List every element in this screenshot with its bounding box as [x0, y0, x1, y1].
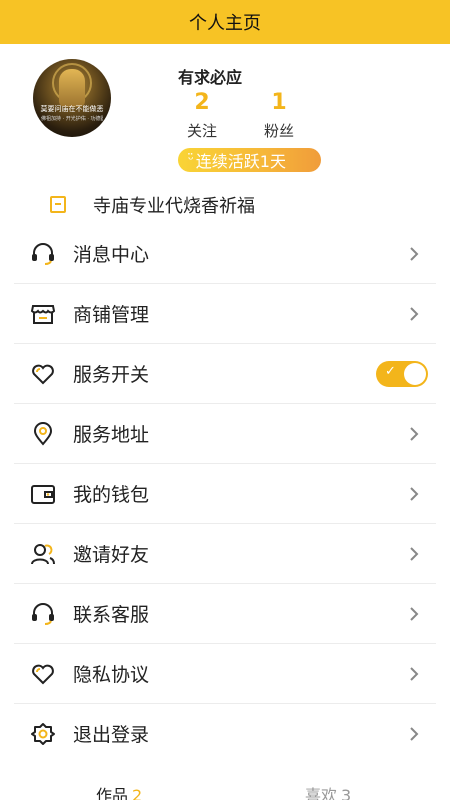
menu-item-label: 商铺管理	[73, 304, 150, 326]
smile-icon: ᵕ̈	[188, 152, 194, 168]
menu-item-logout[interactable]: 退出登录	[14, 704, 436, 764]
fans-count: 1	[271, 90, 287, 115]
service-toggle[interactable]: ✓	[376, 361, 428, 387]
streak-badge: ᵕ̈ 连续活跃1天	[178, 148, 321, 172]
chevron-right-icon	[410, 487, 419, 501]
gear-icon	[31, 723, 55, 745]
menu-item-privacy-policy[interactable]: 隐私协议	[14, 644, 436, 704]
check-icon: ✓	[385, 364, 396, 379]
tab-likes-count: 3	[341, 786, 352, 800]
notice-text: 寺庙专业代烧香祈福	[93, 196, 255, 217]
following-stat[interactable]: 2 关注	[172, 90, 232, 141]
chevron-right-icon	[410, 667, 419, 681]
menu-item-invite-friends[interactable]: 邀请好友	[14, 524, 436, 584]
chevron-right-icon	[410, 427, 419, 441]
page-title: 个人主页	[189, 13, 261, 34]
menu-item-service-address[interactable]: 服务地址	[14, 404, 436, 464]
avatar-caption: 莫要问庙在不能做恶	[40, 105, 104, 113]
menu-item-label: 服务地址	[73, 424, 150, 446]
menu-item-store-management[interactable]: 商铺管理	[14, 284, 436, 344]
tab-works-count: 2	[132, 786, 143, 800]
chevron-right-icon	[410, 307, 419, 321]
chevron-right-icon	[410, 607, 419, 621]
friends-icon	[31, 544, 55, 565]
menu-item-label: 联系客服	[73, 604, 150, 626]
notice-row[interactable]: 寺庙专业代烧香祈福	[0, 186, 450, 224]
tab-works[interactable]: 作品 2	[96, 782, 142, 800]
avatar[interactable]: 莫要问庙在不能做恶 佛祖加持 · 开光护佑 · 功德圆满	[33, 59, 111, 137]
menu-item-service-switch[interactable]: 服务开关 ✓	[14, 344, 436, 404]
following-count: 2	[194, 90, 210, 115]
headset-icon	[32, 603, 54, 625]
streak-badge-label: 连续活跃1天	[195, 152, 286, 171]
menu-item-label: 邀请好友	[73, 544, 150, 566]
chevron-right-icon	[410, 247, 419, 261]
tab-likes-label: 喜欢	[305, 786, 338, 800]
menu-item-wallet[interactable]: 我的钱包	[14, 464, 436, 524]
menu-item-label: 服务开关	[73, 364, 150, 386]
menu-item-customer-service[interactable]: 联系客服	[14, 584, 436, 644]
menu-item-label: 隐私协议	[73, 664, 150, 686]
heart-icon	[32, 664, 54, 685]
heart-icon	[32, 364, 54, 385]
store-icon	[30, 305, 56, 324]
tab-likes[interactable]: 喜欢 3	[305, 782, 351, 800]
wallet-icon	[31, 485, 55, 504]
fans-stat[interactable]: 1 粉丝	[249, 90, 309, 141]
toggle-knob	[404, 363, 426, 385]
avatar-subcaption: 佛祖加持 · 开光护佑 · 功德圆满	[41, 116, 103, 122]
chevron-right-icon	[410, 547, 419, 561]
headset-icon	[32, 243, 54, 265]
menu-list: 消息中心 商铺管理 服务开关 ✓ 服务地址 我的钱包 邀请好友 联系客服 隐私协…	[0, 224, 450, 764]
menu-item-label: 消息中心	[73, 244, 150, 266]
top-bar: 个人主页	[0, 0, 450, 44]
user-name: 有求必应	[178, 68, 243, 87]
chevron-right-icon	[410, 727, 419, 741]
location-icon	[33, 422, 53, 446]
following-label: 关注	[186, 122, 217, 140]
menu-item-label: 退出登录	[73, 724, 150, 746]
content-tabs: 作品 2 喜欢 3	[0, 778, 450, 800]
edit-note-icon	[50, 196, 66, 213]
profile-card: 莫要问庙在不能做恶 佛祖加持 · 开光护佑 · 功德圆满 有求必应 2 关注 1…	[0, 44, 450, 184]
tab-works-label: 作品	[96, 786, 129, 800]
menu-item-message-center[interactable]: 消息中心	[14, 224, 436, 284]
menu-item-label: 我的钱包	[73, 484, 150, 506]
fans-label: 粉丝	[263, 122, 294, 140]
avatar-statue	[59, 69, 85, 107]
